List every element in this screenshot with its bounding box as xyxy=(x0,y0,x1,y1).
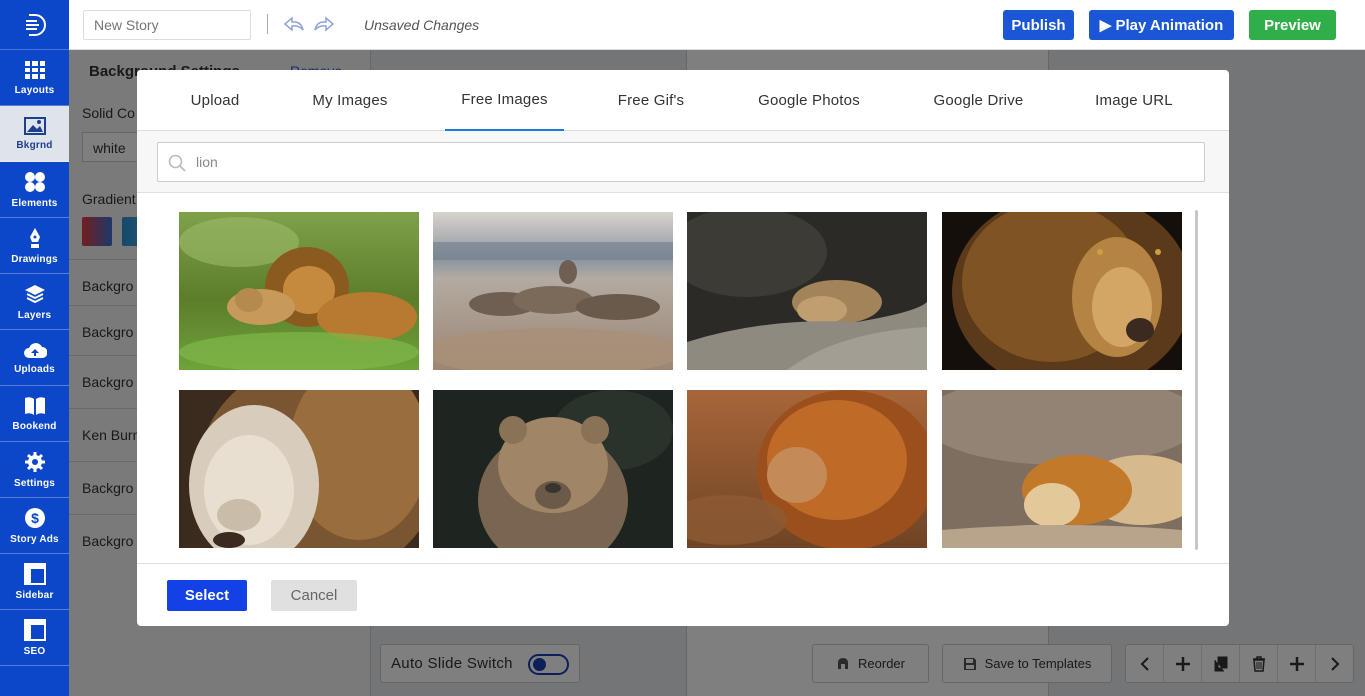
sidebar-item-label: Layers xyxy=(17,309,52,321)
result-image-lion-sleeping[interactable] xyxy=(942,390,1182,548)
sidebar-item-label: Sidebar xyxy=(15,589,54,601)
sidebar-item-label: Bkgrnd xyxy=(16,139,53,151)
image-source-tabs: Upload My Images Free Images Free Gif's … xyxy=(137,70,1229,131)
tab-my-images[interactable]: My Images xyxy=(305,70,395,131)
result-image-lion-profile[interactable] xyxy=(687,390,927,548)
redo-icon[interactable] xyxy=(313,15,335,33)
tab-upload[interactable]: Upload xyxy=(179,70,251,131)
toolbar-divider xyxy=(267,14,268,34)
tab-image-url[interactable]: Image URL xyxy=(1087,70,1181,131)
modal-footer: Select Cancel xyxy=(137,563,1229,626)
image-search-box[interactable] xyxy=(157,142,1205,182)
left-sidebar: Layouts Bkgrnd Elements Drawings Layers xyxy=(0,0,69,696)
cancel-button[interactable]: Cancel xyxy=(271,580,357,611)
elements-icon xyxy=(24,171,45,192)
story-name-input[interactable] xyxy=(83,10,251,40)
svg-text:$: $ xyxy=(31,510,39,526)
tab-google-drive[interactable]: Google Drive xyxy=(925,70,1032,131)
result-image-lioness-stare[interactable] xyxy=(433,390,673,548)
sidebar-icon xyxy=(23,562,46,585)
sidebar-item-uploads[interactable]: Uploads xyxy=(0,330,69,386)
sidebar-item-layers[interactable]: Layers xyxy=(0,274,69,330)
tab-free-images[interactable]: Free Images xyxy=(445,70,564,131)
sidebar-item-seo[interactable]: SEO xyxy=(0,610,69,666)
book-icon xyxy=(24,396,45,415)
sidebar-item-sidebar[interactable]: Sidebar xyxy=(0,554,69,610)
result-image-lioness-resting[interactable] xyxy=(687,212,927,370)
app-logo[interactable] xyxy=(0,0,69,50)
preview-button[interactable]: Preview xyxy=(1249,10,1336,40)
results-scrollbar[interactable] xyxy=(1195,210,1198,550)
tab-google-photos[interactable]: Google Photos xyxy=(749,70,869,131)
result-image-lions-playing[interactable] xyxy=(179,212,419,370)
pen-icon xyxy=(29,227,40,248)
search-bar-area xyxy=(137,131,1229,193)
sidebar-item-story-ads[interactable]: $ Story Ads xyxy=(0,498,69,554)
top-toolbar: Unsaved Changes Publish ▶ Play Animation… xyxy=(69,0,1365,50)
seo-icon xyxy=(23,618,46,641)
image-search-input[interactable] xyxy=(196,151,1176,173)
cloud-upload-icon xyxy=(23,342,47,358)
image-icon xyxy=(23,116,46,135)
undo-icon[interactable] xyxy=(283,15,305,33)
image-picker-modal: Upload My Images Free Images Free Gif's … xyxy=(137,70,1229,626)
save-status: Unsaved Changes xyxy=(364,17,480,33)
sidebar-item-label: Uploads xyxy=(14,363,55,375)
sidebar-item-drawings[interactable]: Drawings xyxy=(0,218,69,274)
sidebar-item-label: Story Ads xyxy=(10,533,59,545)
logo-icon xyxy=(25,13,46,36)
result-image-seals-beach[interactable] xyxy=(433,212,673,370)
sidebar-item-label: Drawings xyxy=(11,253,58,265)
sidebar-item-label: Layouts xyxy=(14,84,55,96)
layouts-icon xyxy=(24,60,45,79)
image-results-grid xyxy=(137,193,1229,563)
sidebar-item-label: Settings xyxy=(13,477,56,489)
sidebar-item-bookend[interactable]: Bookend xyxy=(0,386,69,442)
search-icon xyxy=(168,154,186,172)
publish-button[interactable]: Publish xyxy=(1003,10,1074,40)
sidebar-item-label: Bookend xyxy=(12,420,57,432)
dollar-icon: $ xyxy=(24,507,45,528)
sidebar-item-bkgrnd[interactable]: Bkgrnd xyxy=(0,106,69,162)
select-button[interactable]: Select xyxy=(167,580,247,611)
gear-icon xyxy=(24,451,45,472)
result-image-white-lion[interactable] xyxy=(179,390,419,548)
sidebar-item-elements[interactable]: Elements xyxy=(0,162,69,218)
tab-free-gifs[interactable]: Free Gif's xyxy=(609,70,693,131)
layers-icon xyxy=(24,284,45,303)
sidebar-item-label: Elements xyxy=(11,197,58,209)
play-animation-button[interactable]: ▶ Play Animation xyxy=(1089,10,1234,40)
sidebar-item-layouts[interactable]: Layouts xyxy=(0,50,69,106)
result-image-lion-portrait-dark[interactable] xyxy=(942,212,1182,370)
sidebar-item-label: SEO xyxy=(23,645,46,657)
sidebar-item-settings[interactable]: Settings xyxy=(0,442,69,498)
